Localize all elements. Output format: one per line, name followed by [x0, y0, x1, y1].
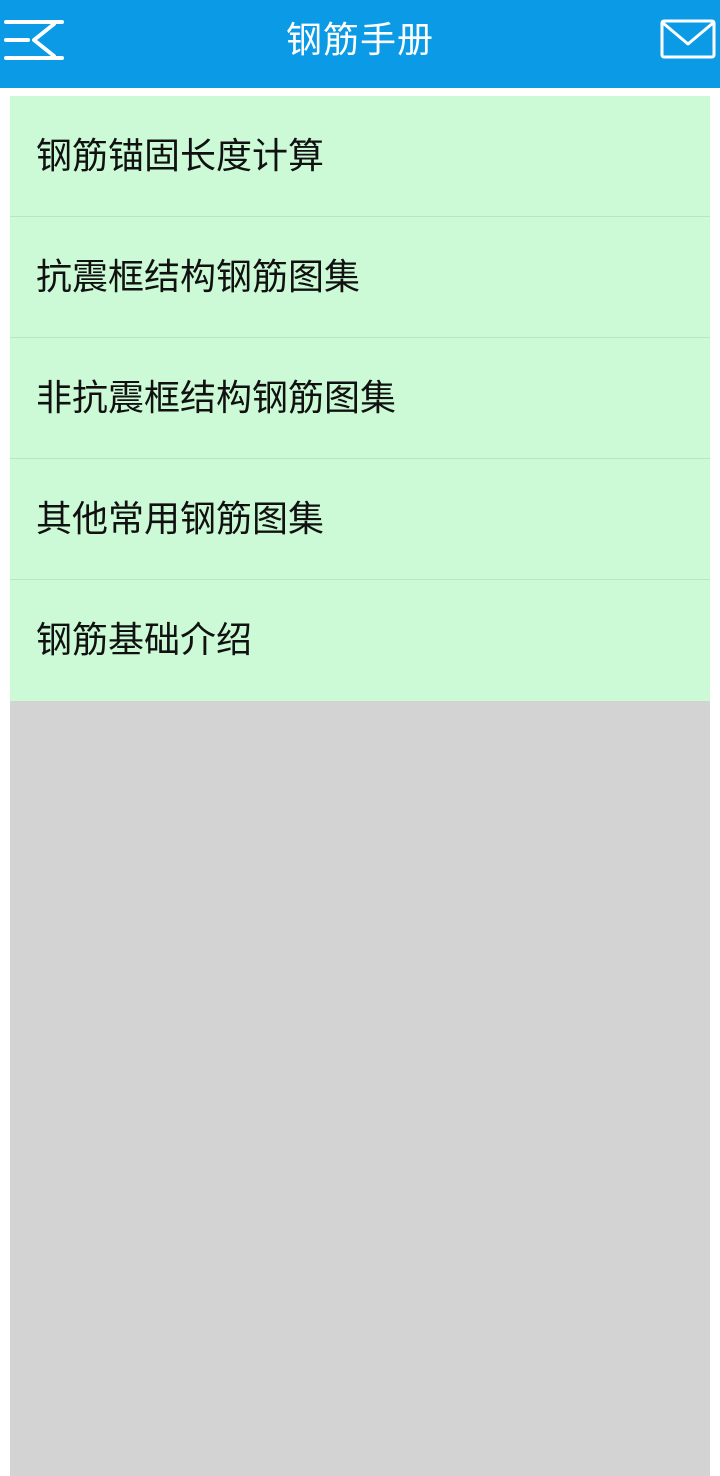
list-item[interactable]: 钢筋锚固长度计算	[10, 96, 710, 217]
mail-button[interactable]	[660, 18, 716, 62]
list-item-label: 其他常用钢筋图集	[36, 499, 325, 540]
menu-list: 钢筋锚固长度计算 抗震框结构钢筋图集 非抗震框结构钢筋图集 其他常用钢筋图集 钢…	[10, 96, 710, 701]
content-area: 钢筋锚固长度计算 抗震框结构钢筋图集 非抗震框结构钢筋图集 其他常用钢筋图集 钢…	[10, 96, 710, 1476]
menu-collapse-icon	[4, 20, 64, 60]
list-item-label: 钢筋锚固长度计算	[36, 136, 325, 177]
page-title: 钢筋手册	[285, 20, 434, 61]
list-item-label: 抗震框结构钢筋图集	[36, 257, 361, 298]
list-item[interactable]: 其他常用钢筋图集	[10, 459, 710, 580]
list-item-label: 钢筋基础介绍	[36, 620, 253, 661]
app-header: 钢筋手册	[0, 0, 720, 88]
list-item[interactable]: 非抗震框结构钢筋图集	[10, 338, 710, 459]
list-item[interactable]: 抗震框结构钢筋图集	[10, 217, 710, 338]
menu-button[interactable]	[0, 12, 68, 68]
list-item[interactable]: 钢筋基础介绍	[10, 580, 710, 701]
mail-icon	[660, 19, 716, 59]
list-item-label: 非抗震框结构钢筋图集	[36, 378, 397, 419]
